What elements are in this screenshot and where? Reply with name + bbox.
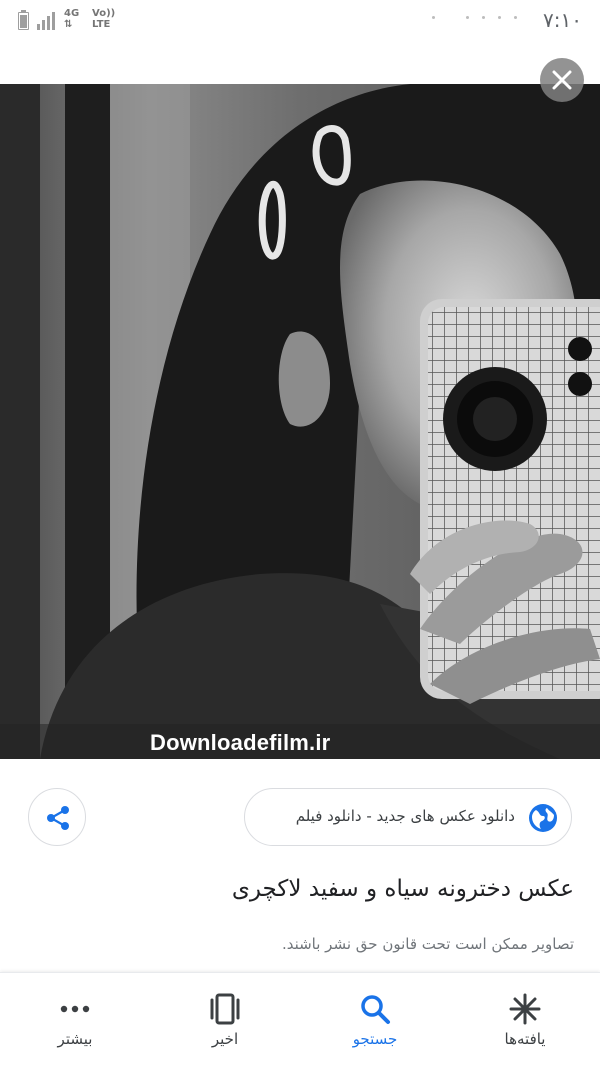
network-type: 4G ⇅	[64, 8, 80, 30]
photo-illustration	[0, 84, 600, 759]
close-button[interactable]	[540, 58, 584, 102]
nav-search-label: جستجو	[352, 1030, 398, 1048]
globe-icon	[529, 804, 557, 832]
nav-recent-label: اخیر	[211, 1030, 239, 1048]
bottom-navigation: یافته‌ها جستجو اخیر بیشتر	[0, 972, 600, 1067]
share-button[interactable]	[28, 788, 86, 846]
image-watermark: Downloadefilm.ir	[150, 730, 331, 755]
battery-icon	[18, 10, 29, 30]
nav-search[interactable]: جستجو	[300, 973, 450, 1067]
signal-icon	[37, 10, 59, 30]
nav-more-label: بیشتر	[57, 1030, 93, 1048]
share-icon	[47, 806, 69, 830]
status-bar: 4G ⇅ Vo)) LTE ۷:۱۰	[0, 0, 600, 40]
more-dots-icon	[60, 1005, 90, 1013]
source-title: دانلود عکس های جدید - دانلود فیلم	[295, 807, 515, 825]
clock: ۷:۱۰	[543, 8, 582, 32]
search-icon	[361, 995, 390, 1024]
result-image[interactable]: Downloadefilm.ir	[0, 84, 600, 759]
recent-tabs-icon	[210, 993, 240, 1025]
image-title: عکس دخترونه سیاه و سفید لاکچری	[231, 876, 574, 902]
nav-more[interactable]: بیشتر	[0, 973, 150, 1067]
nav-recent[interactable]: اخیر	[150, 973, 300, 1067]
nav-discover[interactable]: یافته‌ها	[450, 973, 600, 1067]
copyright-notice: تصاویر ممکن است تحت قانون حق نشر باشند.	[281, 935, 574, 953]
nav-discover-label: یافته‌ها	[504, 1030, 546, 1048]
close-icon	[552, 70, 572, 90]
source-link[interactable]: دانلود عکس های جدید - دانلود فیلم	[244, 788, 572, 846]
volte-indicator: Vo)) LTE	[92, 8, 116, 30]
asterisk-icon	[509, 993, 541, 1025]
notification-dots	[430, 14, 540, 22]
